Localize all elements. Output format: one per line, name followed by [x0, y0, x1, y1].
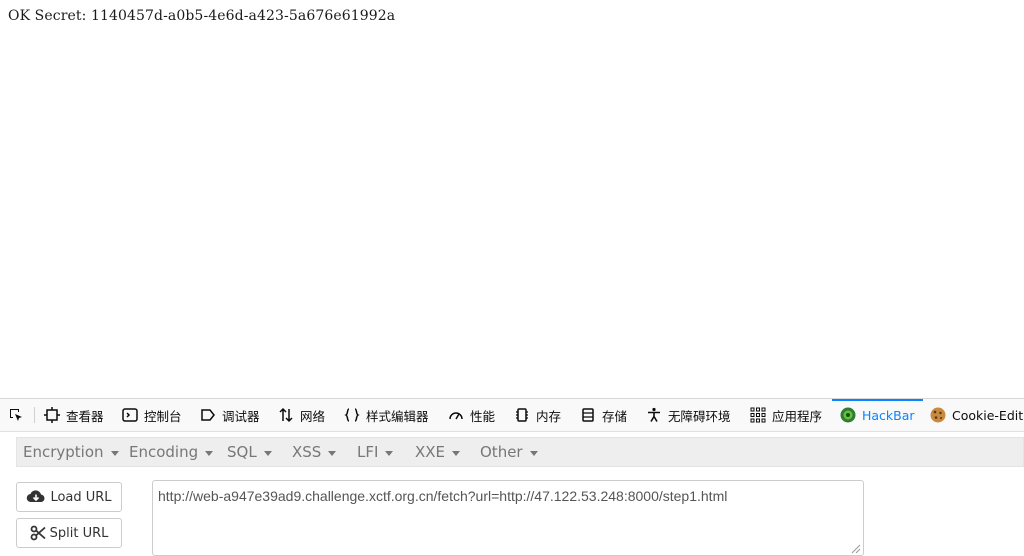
inspector-icon [44, 407, 60, 423]
caret-down-icon [328, 450, 337, 456]
accessibility-icon [646, 407, 662, 423]
application-icon [750, 407, 766, 423]
devtools-panel: 查看器 控制台 调试器 网络 样式编辑器 性能 内存 存储 无障碍环境 应用程序… [0, 398, 1024, 556]
menu-label: XXE [415, 443, 446, 461]
tab-storage[interactable]: 存储 [580, 399, 627, 431]
style-editor-icon [344, 407, 360, 423]
caret-down-icon [385, 450, 394, 456]
toolbar-separator [34, 407, 35, 423]
tab-label: HackBar [862, 407, 915, 423]
menu-label: Other [480, 443, 523, 461]
resize-grip-icon[interactable] [849, 541, 861, 554]
hackbar-icon [840, 407, 856, 423]
caret-down-icon [529, 450, 538, 456]
menu-other[interactable]: Other [480, 438, 538, 466]
caret-down-icon [263, 450, 272, 456]
tab-label: 无障碍环境 [668, 408, 731, 424]
tab-performance[interactable]: 性能 [448, 399, 495, 431]
tab-label: 样式编辑器 [366, 408, 429, 424]
tab-label: 网络 [300, 408, 326, 424]
tab-accessibility[interactable]: 无障碍环境 [646, 399, 731, 431]
menu-encryption[interactable]: Encryption [23, 438, 119, 466]
cloud-download-icon [26, 489, 46, 505]
caret-down-icon [110, 450, 119, 456]
tab-style-editor[interactable]: 样式编辑器 [344, 399, 429, 431]
menu-label: SQL [227, 443, 257, 461]
tab-label: Cookie-Edit [952, 407, 1024, 423]
page-content: OK Secret: 1140457d-a0b5-4e6d-a423-5a676… [0, 0, 1024, 398]
memory-icon [514, 407, 530, 423]
storage-icon [580, 407, 596, 423]
tab-label: 应用程序 [772, 408, 823, 424]
tab-label: 存储 [602, 408, 628, 424]
tab-label: 查看器 [66, 408, 104, 424]
debugger-icon [200, 407, 216, 423]
tab-hackbar[interactable]: HackBar [832, 399, 923, 431]
menu-label: Encoding [129, 443, 199, 461]
tab-application[interactable]: 应用程序 [750, 399, 822, 431]
load-url-button[interactable]: Load URL [16, 482, 122, 512]
tab-console[interactable]: 控制台 [122, 399, 182, 431]
menu-label: XSS [292, 443, 322, 461]
console-icon [122, 407, 138, 423]
tab-label: 性能 [470, 408, 496, 424]
caret-down-icon [452, 450, 461, 456]
caret-down-icon [205, 450, 214, 456]
scissors-icon [30, 525, 46, 541]
url-textarea[interactable]: http://web-a947e39ad9.challenge.xctf.org… [152, 480, 864, 556]
tab-label: 调试器 [222, 408, 260, 424]
tab-network[interactable]: 网络 [278, 399, 325, 431]
devtools-toolbar: 查看器 控制台 调试器 网络 样式编辑器 性能 内存 存储 无障碍环境 应用程序… [0, 399, 1024, 432]
tab-memory[interactable]: 内存 [514, 399, 561, 431]
menu-encoding[interactable]: Encoding [129, 438, 214, 466]
element-picker-icon[interactable] [8, 407, 24, 423]
tab-cookie-editor[interactable]: Cookie-Edit [930, 399, 1023, 431]
hackbar-menu: Encryption Encoding SQL XSS LFI XXE Othe… [16, 437, 1024, 467]
menu-sql[interactable]: SQL [227, 438, 272, 466]
tab-debugger[interactable]: 调试器 [200, 399, 260, 431]
cookie-icon [930, 407, 946, 423]
load-url-label: Load URL [50, 489, 112, 505]
tab-label: 内存 [536, 408, 562, 424]
url-value: http://web-a947e39ad9.challenge.xctf.org… [158, 488, 728, 504]
tab-label: 控制台 [144, 408, 182, 424]
performance-icon [448, 407, 464, 423]
menu-label: Encryption [23, 443, 104, 461]
menu-lfi[interactable]: LFI [357, 438, 394, 466]
secret-text: OK Secret: 1140457d-a0b5-4e6d-a423-5a676… [8, 8, 396, 24]
tab-inspector[interactable]: 查看器 [44, 399, 104, 431]
menu-xss[interactable]: XSS [292, 438, 337, 466]
menu-xxe[interactable]: XXE [415, 438, 461, 466]
split-url-button[interactable]: Split URL [16, 518, 122, 548]
network-icon [278, 407, 294, 423]
menu-label: LFI [357, 443, 379, 461]
split-url-label: Split URL [49, 525, 109, 541]
